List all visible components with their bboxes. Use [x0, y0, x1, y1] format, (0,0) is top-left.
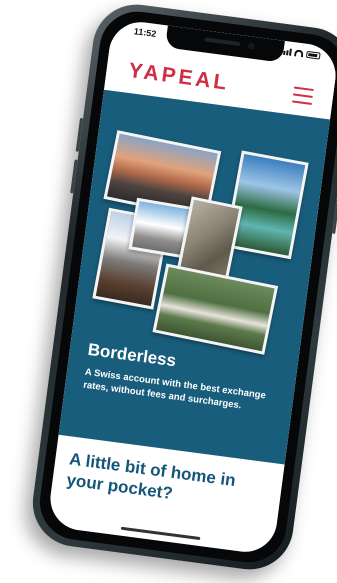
hamburger-icon[interactable] [291, 86, 314, 105]
phone-screen: 11:52 YAPEAL Borderless A Swiss account … [46, 18, 337, 556]
product-photo-scene: 11:52 YAPEAL Borderless A Swiss account … [0, 0, 337, 583]
wifi-icon [293, 49, 304, 58]
phone-bezel: 11:52 YAPEAL Borderless A Swiss account … [35, 7, 337, 567]
power-button [332, 182, 337, 235]
battery-icon [305, 50, 321, 60]
volume-button [75, 117, 84, 152]
hero-section: Borderless A Swiss account with the best… [58, 89, 331, 465]
hero-description: A Swiss account with the best exchange r… [82, 366, 267, 412]
smartphone-frame: 11:52 YAPEAL Borderless A Swiss account … [27, 0, 337, 575]
viaduct-train-photo [152, 263, 279, 355]
yapeal-logo[interactable]: YAPEAL [127, 59, 230, 96]
home-indicator [120, 526, 201, 541]
front-camera [247, 42, 256, 50]
section-heading: A little bit of home in your pocket? [65, 449, 237, 504]
status-icons [280, 47, 321, 60]
speaker-grille [204, 37, 241, 47]
volume-button [70, 159, 78, 194]
status-time: 11:52 [133, 26, 157, 39]
